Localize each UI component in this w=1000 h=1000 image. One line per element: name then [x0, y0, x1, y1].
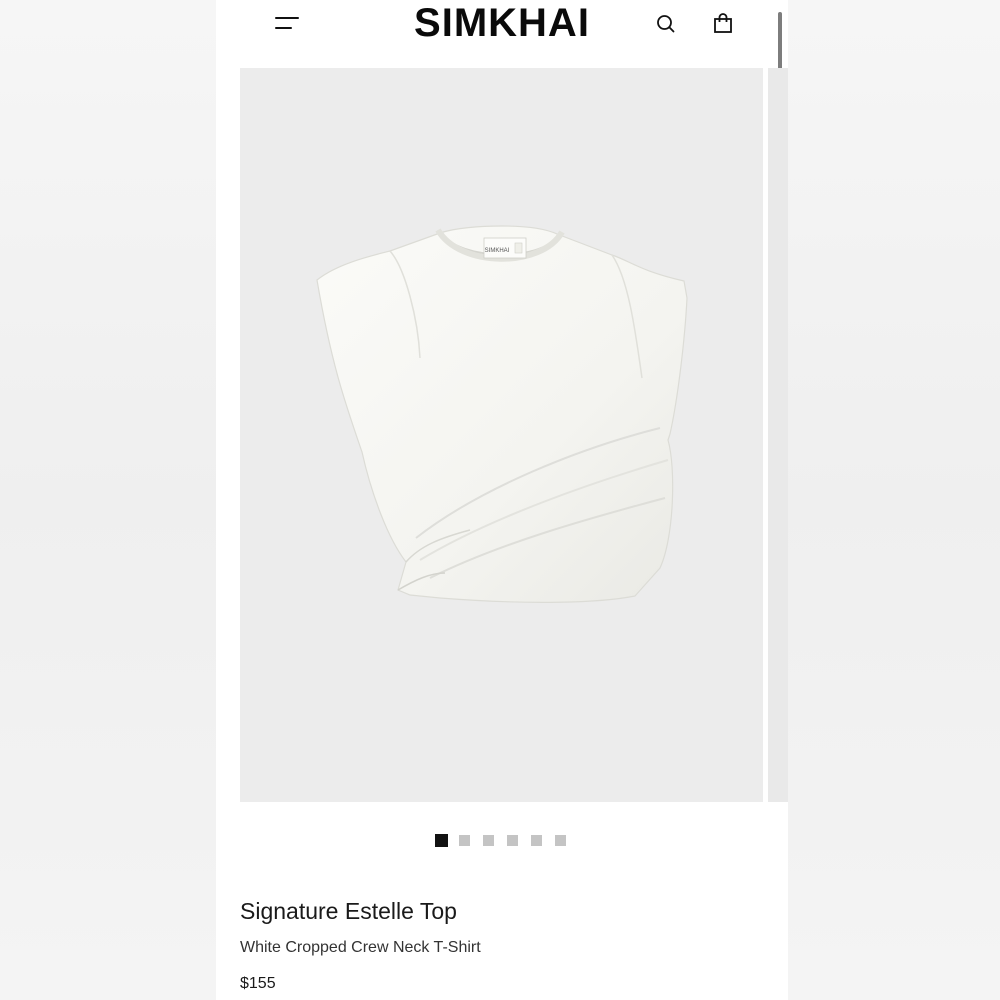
site-header: SIMKHAI — [216, 0, 788, 60]
carousel-dot-2[interactable] — [459, 835, 470, 846]
product-page: SIMKHAI SIMKHAI Signature Estelle Top Wh… — [216, 0, 788, 1000]
product-image-carousel[interactable]: SIMKHAI — [240, 68, 788, 802]
carousel-dot-1[interactable] — [435, 834, 448, 847]
product-subtitle: White Cropped Crew Neck T-Shirt — [240, 939, 481, 956]
backdrop-left — [0, 0, 216, 1000]
carousel-dot-6[interactable] — [555, 835, 566, 846]
next-product-image-peek[interactable] — [768, 68, 788, 802]
product-photo-tshirt: SIMKHAI — [316, 225, 688, 603]
garment-label-text: SIMKHAI — [485, 248, 510, 254]
shopping-bag-icon — [714, 13, 732, 33]
product-image[interactable]: SIMKHAI — [240, 68, 763, 802]
product-title: Signature Estelle Top — [240, 898, 457, 924]
carousel-dot-3[interactable] — [483, 835, 494, 846]
carousel-dot-5[interactable] — [531, 835, 542, 846]
cart-button[interactable] — [710, 10, 736, 36]
backdrop-right — [788, 0, 1000, 1000]
brand-logo[interactable]: SIMKHAI — [216, 0, 788, 46]
product-price: $155 — [240, 975, 276, 992]
carousel-dot-4[interactable] — [507, 835, 518, 846]
search-button[interactable] — [653, 11, 679, 37]
search-icon — [657, 15, 675, 33]
